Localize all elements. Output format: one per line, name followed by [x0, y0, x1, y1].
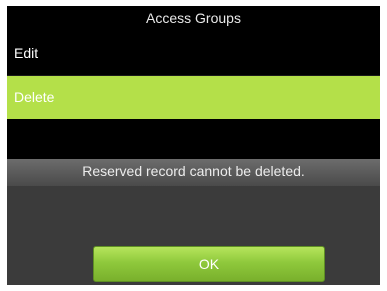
device-screen: Access Groups Edit Delete Reserved recor… [7, 6, 380, 285]
dialog-message: Reserved record cannot be deleted. [7, 159, 380, 186]
page-title: Access Groups [7, 6, 380, 33]
menu-item-delete[interactable]: Delete [7, 76, 380, 119]
menu-empty-row [7, 119, 380, 159]
ok-button[interactable]: OK [93, 246, 325, 282]
menu-item-edit[interactable]: Edit [7, 33, 380, 75]
alert-dialog: Reserved record cannot be deleted. OK [7, 159, 380, 285]
